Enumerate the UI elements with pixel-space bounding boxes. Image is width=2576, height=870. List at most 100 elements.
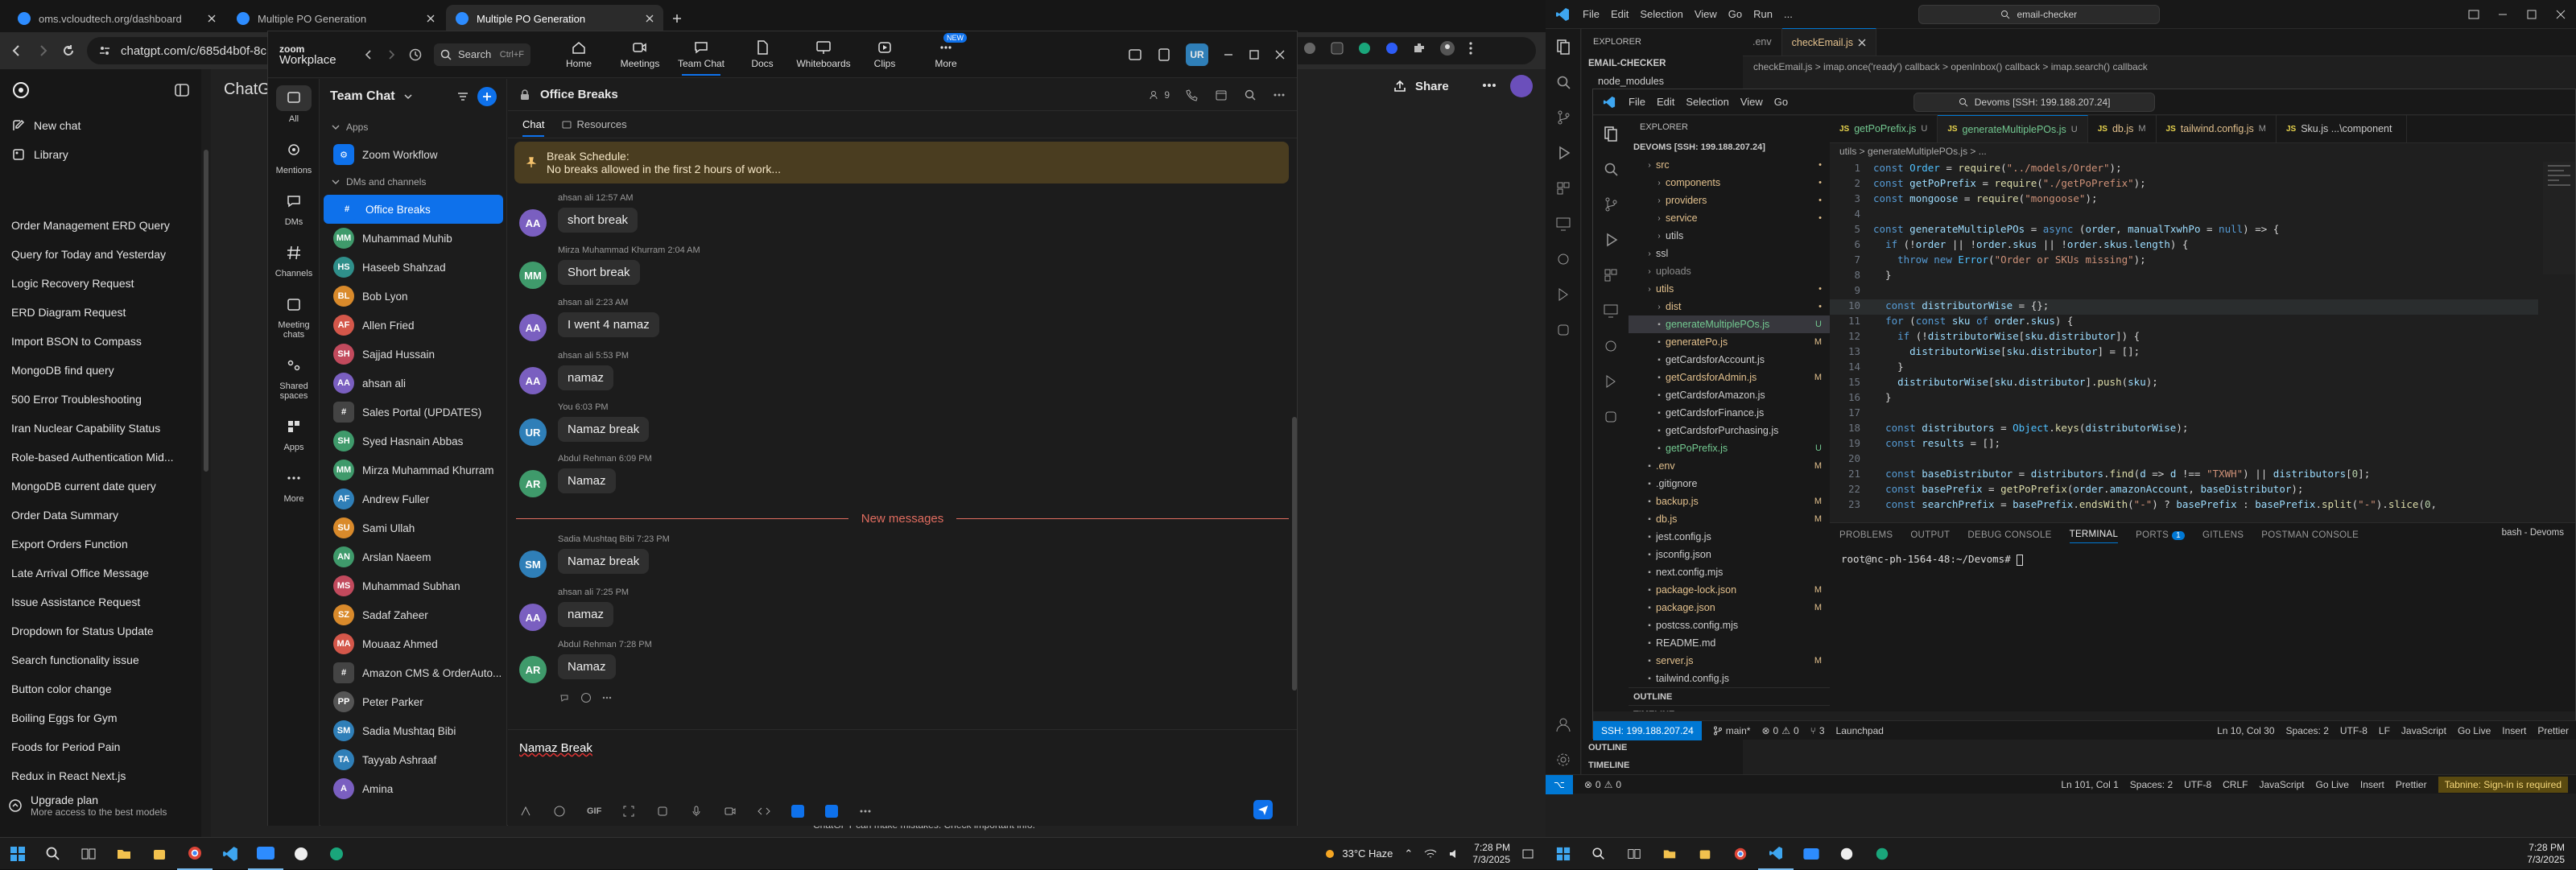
message-item[interactable]: MM Mirza Muhammad Khurram 2:04 AM Short br…	[519, 245, 700, 289]
extensions-icon[interactable]	[1593, 258, 1629, 293]
problems-indicator[interactable]: ⊗ 0 ⚠ 0	[1761, 725, 1798, 736]
menu-item[interactable]: Go	[1728, 8, 1742, 20]
share-button[interactable]: Share	[1393, 79, 1449, 93]
branch-indicator[interactable]: main*	[1713, 725, 1750, 736]
contact-item[interactable]: AF Andrew Fuller	[320, 484, 506, 513]
file-item[interactable]: ▪ tailwind.config.js	[1629, 670, 1830, 687]
maximize-icon[interactable]	[1249, 49, 1260, 60]
back-icon[interactable]	[10, 43, 24, 58]
menu-item[interactable]: ...	[1784, 8, 1793, 20]
panel-tab-problems[interactable]: PROBLEMS	[1839, 530, 1893, 540]
chat-history-item[interactable]: Dropdown for Status Update	[0, 616, 201, 645]
app-taskbar-icon[interactable]	[319, 838, 354, 870]
task-view-icon[interactable]	[1616, 838, 1652, 870]
panel-tab-gitlens[interactable]: GITLENS	[2202, 530, 2244, 540]
app-taskbar-icon[interactable]	[1864, 838, 1900, 870]
file-item[interactable]: ▪ generatePo.js M	[1629, 333, 1830, 351]
rail-item-more[interactable]: More	[268, 459, 320, 510]
source-control-icon[interactable]	[1546, 100, 1581, 135]
contact-item[interactable]: SH Sajjad Hussain	[320, 340, 506, 369]
zoom-taskbar-icon[interactable]	[248, 838, 283, 870]
nav-clips[interactable]: Clips	[856, 39, 914, 69]
code-editor[interactable]: 1 const Order = require("../models/Order"…	[1830, 162, 2538, 516]
folder-item[interactable]: › components •	[1629, 174, 1830, 192]
panel-tab-postman-console[interactable]: POSTMAN CONSOLE	[2261, 530, 2359, 540]
insert-mode[interactable]: Insert	[2502, 725, 2526, 736]
network-icon[interactable]	[1424, 848, 1437, 860]
rail-item-channels[interactable]: Channels	[268, 233, 320, 285]
user-avatar[interactable]	[1510, 75, 1533, 97]
folder-item[interactable]: › service •	[1629, 209, 1830, 227]
contact-item[interactable]: # Office Breaks	[324, 195, 503, 224]
browser-tab[interactable]: oms.vcloudtech.org/dashboard	[8, 5, 225, 32]
file-item[interactable]: ▪ next.config.mjs	[1629, 563, 1830, 581]
close-icon[interactable]	[1274, 49, 1286, 60]
panel-tab-output[interactable]: OUTPUT	[1910, 530, 1950, 540]
toggle-sidebar-icon[interactable]	[174, 82, 190, 98]
chat-history-item[interactable]: Order Data Summary	[0, 501, 201, 530]
screenshot-icon[interactable]	[622, 805, 635, 818]
python-icon[interactable]	[1593, 399, 1629, 435]
python-icon[interactable]	[1546, 312, 1581, 348]
library-button[interactable]: Library	[0, 140, 201, 169]
profile-icon[interactable]	[1439, 40, 1455, 56]
tab-resources[interactable]: Resources	[562, 118, 627, 130]
chat-history-item[interactable]: Boiling Eggs for Gym	[0, 703, 201, 732]
contact-item[interactable]: # Sales Portal (UPDATES)	[320, 398, 506, 427]
explorer-icon[interactable]	[1593, 116, 1629, 151]
search-icon[interactable]	[1593, 151, 1629, 187]
upgrade-plan-button[interactable]: Upgrade plan More access to the best mod…	[8, 794, 193, 818]
language-mode[interactable]: JavaScript	[2259, 779, 2304, 790]
user-avatar[interactable]: UR	[1186, 43, 1208, 66]
contact-item[interactable]: PP Peter Parker	[320, 687, 506, 716]
forward-icon[interactable]	[35, 43, 50, 58]
testing-icon[interactable]	[1546, 277, 1581, 312]
chat-history-item[interactable]: Issue Assistance Request	[0, 588, 201, 616]
file-item[interactable]: ▪ db.js M	[1629, 510, 1830, 528]
gitlens-icon[interactable]	[1593, 328, 1629, 364]
extension-icon[interactable]	[1357, 41, 1372, 56]
file-item[interactable]: ▪ getCardsforPurchasing.js	[1629, 422, 1830, 439]
video-message-icon[interactable]	[724, 805, 737, 818]
nav-meetings[interactable]: Meetings	[611, 39, 669, 69]
contact-item[interactable]: # Amazon CMS & OrderAuto...	[320, 658, 506, 687]
tab-env[interactable]: .env	[1743, 28, 1782, 56]
file-item[interactable]: ▪ package.json M	[1629, 599, 1830, 616]
app-icon[interactable]	[825, 805, 839, 818]
extension-icon[interactable]	[1302, 41, 1317, 56]
chat-history-item[interactable]: Iran Nuclear Capability Status	[0, 414, 201, 443]
file-item[interactable]: ▪ getCardsforFinance.js	[1629, 404, 1830, 422]
file-item[interactable]: ▪ jsconfig.json	[1629, 546, 1830, 563]
prettier[interactable]: Prettier	[2396, 779, 2427, 790]
tab-chat[interactable]: Chat	[522, 118, 545, 137]
emoji-icon[interactable]	[553, 805, 566, 818]
vscode-taskbar-icon[interactable]	[213, 838, 248, 870]
testing-icon[interactable]	[1593, 364, 1629, 399]
contact-item[interactable]: TA Tayyab Ashraaf	[320, 745, 506, 774]
notes-icon[interactable]	[1157, 47, 1171, 62]
openai-logo-icon[interactable]	[11, 80, 31, 100]
settings-gear-icon[interactable]	[1546, 742, 1581, 777]
source-control-icon[interactable]	[1593, 187, 1629, 222]
app-taskbar-icon[interactable]	[1829, 838, 1864, 870]
editor-tab[interactable]: JS db.js M	[2088, 115, 2157, 142]
command-center[interactable]: email-checker	[1918, 4, 2160, 24]
file-item[interactable]: ▪ jest.config.js	[1629, 528, 1830, 546]
chat-history-item[interactable]: Redux in React Next.js	[0, 761, 201, 790]
message-item[interactable]: AA ahsan ali 2:23 AM I went 4 namaz	[519, 298, 659, 341]
search-icon[interactable]	[1581, 838, 1616, 870]
contact-item[interactable]: MA Mouaaz Ahmed	[320, 629, 506, 658]
contact-item[interactable]: SH Syed Hasnain Abbas	[320, 427, 506, 456]
menu-item[interactable]: Go	[1774, 96, 1788, 108]
editor-tab[interactable]: JS tailwind.config.js M	[2157, 115, 2277, 142]
rail-item-shared-spaces[interactable]: Shared spaces	[268, 346, 320, 407]
editor-tab[interactable]: JS getPoPrefix.js U	[1830, 115, 1938, 142]
contact-item[interactable]: SM Sadia Mushtaq Bibi	[320, 716, 506, 745]
outer-first-item[interactable]: node_modules	[1582, 72, 1743, 90]
calendar-icon[interactable]	[1215, 89, 1228, 101]
message-item[interactable]: AA ahsan ali 12:57 AM short break	[519, 193, 638, 237]
file-item[interactable]: ▪ generateMultiplePOs.js U	[1629, 315, 1830, 333]
more-icon[interactable]	[601, 692, 613, 703]
contact-item[interactable]: A Amina	[320, 774, 506, 803]
account-icon[interactable]	[1546, 707, 1581, 742]
